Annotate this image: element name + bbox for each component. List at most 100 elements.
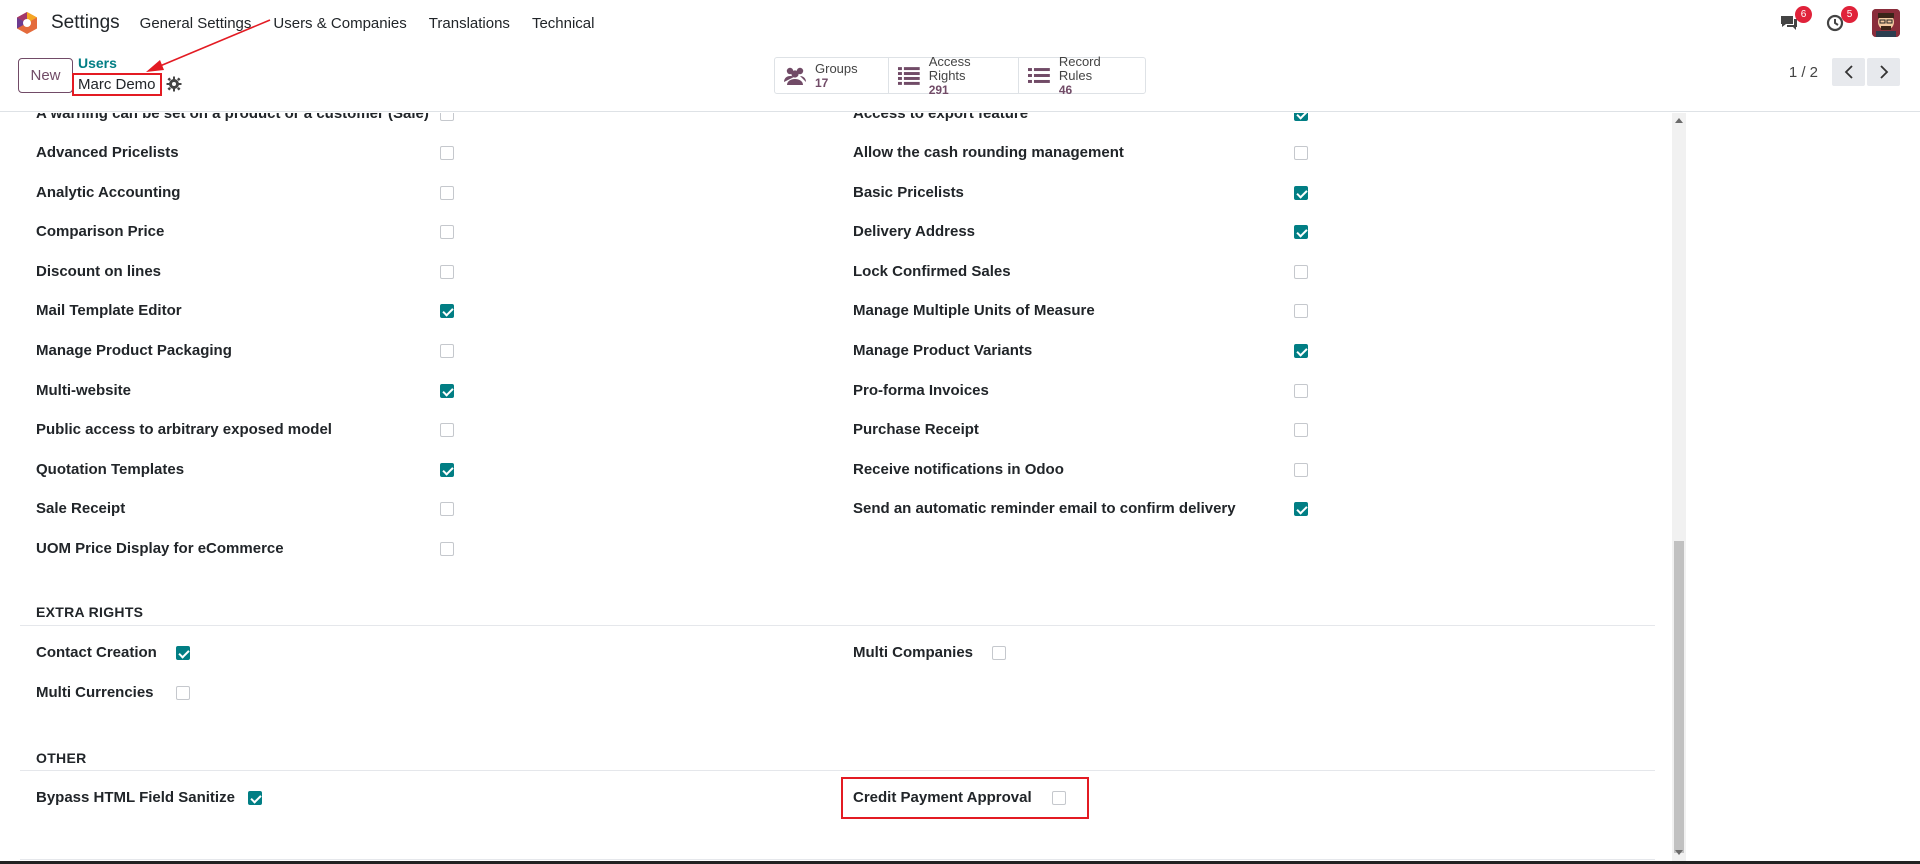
section-title-extra-rights: EXTRA RIGHTS — [36, 604, 144, 620]
right-checkbox[interactable] — [176, 646, 190, 660]
right-checkbox[interactable] — [1294, 113, 1308, 121]
right-label: Public access to arbitrary exposed model — [36, 421, 332, 438]
app-brand[interactable]: Settings — [15, 11, 120, 35]
right-checkbox[interactable] — [440, 304, 454, 318]
chevron-left-icon — [1844, 65, 1853, 79]
record-rules-smart-button[interactable]: Record Rules 46 — [1019, 53, 1145, 97]
scroll-up-icon[interactable] — [1675, 118, 1683, 123]
breadcrumb-current-record: Marc Demo — [72, 73, 162, 96]
menu-users-companies[interactable]: Users & Companies — [273, 15, 406, 32]
menu-translations[interactable]: Translations — [429, 15, 510, 32]
scrollbar-thumb[interactable] — [1674, 541, 1684, 853]
list-icon — [897, 66, 920, 85]
systray: 6 5 — [1756, 6, 1900, 37]
form-bottom-border — [20, 859, 1655, 860]
right-label: Access to export feature — [853, 113, 1029, 122]
access-rights-count: 291 — [928, 82, 949, 97]
right-checkbox[interactable] — [440, 113, 454, 121]
right-label: Multi Currencies — [36, 684, 154, 701]
right-label: Comparison Price — [36, 223, 165, 240]
list-icon — [1027, 67, 1050, 83]
odoo-logo-icon — [17, 12, 37, 34]
smart-buttons: Groups 17 Access Rights 291 Record Rules… — [774, 53, 1146, 97]
right-label: Purchase Receipt — [853, 421, 979, 438]
user-avatar[interactable] — [1872, 9, 1900, 37]
right-checkbox[interactable] — [440, 384, 454, 398]
scroll-down-icon[interactable] — [1675, 850, 1683, 855]
record-rules-count: 46 — [1058, 82, 1073, 97]
right-label: Basic Pricelists — [853, 184, 964, 201]
groups-smart-button[interactable]: Groups 17 — [775, 58, 889, 93]
access-rights-smart-button[interactable]: Access Rights 291 — [889, 54, 1019, 97]
right-label: A warning can be set on a product or a c… — [36, 113, 429, 122]
groups-count: 17 — [815, 75, 829, 90]
right-label: Sale Receipt — [36, 500, 126, 517]
right-checkbox[interactable] — [440, 186, 454, 200]
gear-icon[interactable] — [166, 76, 182, 92]
vertical-scrollbar[interactable] — [1672, 113, 1686, 861]
right-checkbox[interactable] — [1294, 304, 1308, 318]
right-checkbox[interactable] — [1294, 423, 1308, 437]
right-checkbox[interactable] — [440, 423, 454, 437]
credit-payment-approval-checkbox[interactable] — [1052, 791, 1066, 805]
messaging-button[interactable]: 6 — [1776, 6, 1812, 36]
pager-value[interactable]: 1 / 2 — [1789, 64, 1818, 81]
groups-label: Groups — [815, 60, 858, 76]
right-label: Bypass HTML Field Sanitize — [36, 789, 235, 806]
right-checkbox[interactable] — [1294, 463, 1308, 477]
section-divider — [20, 770, 1655, 771]
control-panel: New Users Marc Demo Groups 17 Access Rig… — [0, 46, 1920, 112]
right-label: Receive notifications in Odoo — [853, 461, 1064, 478]
right-label: Credit Payment Approval — [853, 789, 1032, 806]
right-label: Manage Product Variants — [853, 342, 1033, 359]
right-checkbox[interactable] — [1294, 502, 1308, 516]
activities-badge: 5 — [1841, 6, 1858, 23]
main-menu: General Settings Users & Companies Trans… — [140, 15, 617, 32]
right-label: Lock Confirmed Sales — [853, 263, 1011, 280]
activities-button[interactable]: 5 — [1822, 6, 1858, 36]
chevron-right-icon — [1879, 65, 1888, 79]
right-checkbox[interactable] — [440, 502, 454, 516]
user-form-content: A warning can be set on a product or a c… — [0, 113, 1668, 861]
right-label: Manage Multiple Units of Measure — [853, 302, 1095, 319]
right-checkbox[interactable] — [440, 542, 454, 556]
record-rules-label: Record Rules — [1058, 53, 1101, 83]
section-title-other: OTHER — [36, 750, 87, 766]
right-checkbox[interactable] — [440, 225, 454, 239]
app-title: Settings — [51, 12, 120, 33]
right-checkbox[interactable] — [992, 646, 1006, 660]
menu-technical[interactable]: Technical — [532, 15, 595, 32]
right-checkbox[interactable] — [176, 686, 190, 700]
right-checkbox[interactable] — [1294, 186, 1308, 200]
avatar-image-icon — [1872, 9, 1900, 37]
users-icon — [784, 67, 806, 85]
right-label: Manage Product Packaging — [36, 342, 232, 359]
menu-general-settings[interactable]: General Settings — [140, 15, 252, 32]
pager-previous-button[interactable] — [1832, 58, 1865, 86]
right-checkbox[interactable] — [1294, 225, 1308, 239]
right-checkbox[interactable] — [440, 146, 454, 160]
right-label: Send an automatic reminder email to conf… — [853, 500, 1236, 517]
right-label: Contact Creation — [36, 644, 157, 661]
right-label: Allow the cash rounding management — [853, 144, 1124, 161]
breadcrumb-users[interactable]: Users — [78, 55, 117, 71]
pager-next-button[interactable] — [1867, 58, 1900, 86]
right-label: Multi Companies — [853, 644, 974, 661]
right-label: UOM Price Display for eCommerce — [36, 540, 284, 557]
right-label: Quotation Templates — [36, 461, 185, 478]
right-label: Multi-website — [36, 382, 132, 399]
right-checkbox[interactable] — [440, 265, 454, 279]
right-label: Analytic Accounting — [36, 184, 181, 201]
new-button[interactable]: New — [18, 58, 73, 93]
right-checkbox[interactable] — [1294, 146, 1308, 160]
right-checkbox[interactable] — [248, 791, 262, 805]
right-label: Discount on lines — [36, 263, 162, 280]
pager: 1 / 2 — [1789, 58, 1900, 86]
right-label: Delivery Address — [853, 223, 976, 240]
right-checkbox[interactable] — [440, 344, 454, 358]
right-checkbox[interactable] — [1294, 384, 1308, 398]
right-checkbox[interactable] — [1294, 265, 1308, 279]
right-checkbox[interactable] — [440, 463, 454, 477]
messages-badge: 6 — [1795, 6, 1812, 23]
right-checkbox[interactable] — [1294, 344, 1308, 358]
